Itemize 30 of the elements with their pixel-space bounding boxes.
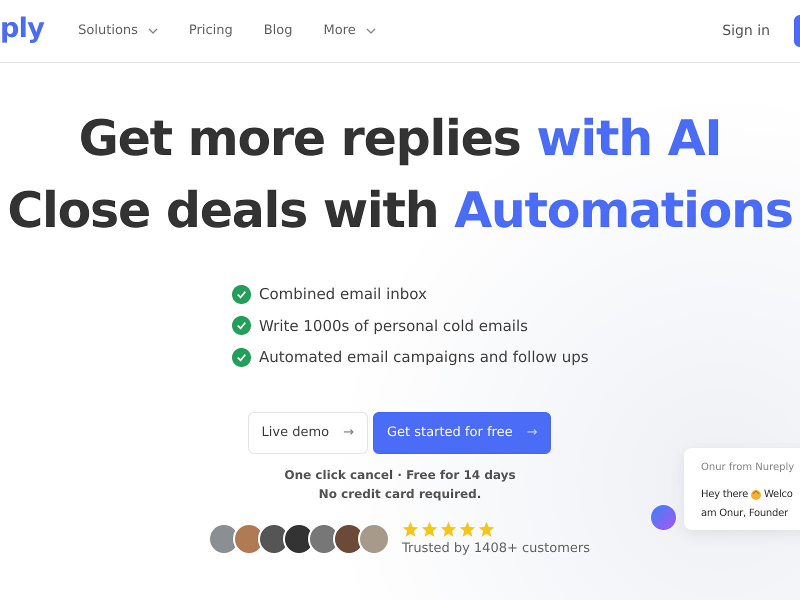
chat-text: Hey there xyxy=(701,488,748,502)
feature-text: Write 1000s of personal cold emails xyxy=(259,316,528,336)
star-icon xyxy=(440,520,457,538)
hero-heading: Get more replies with AI xyxy=(78,109,722,169)
live-demo-button[interactable]: Live demo → xyxy=(248,412,368,454)
nav-link[interactable]: Pricing xyxy=(188,21,233,41)
feature-text: Combined email inbox xyxy=(259,284,427,305)
star-icon xyxy=(420,520,438,538)
check-circle-icon xyxy=(232,348,251,367)
signup-button[interactable] xyxy=(794,15,800,47)
star-icon xyxy=(458,520,476,538)
star-icon xyxy=(478,520,495,538)
check-circle-icon xyxy=(232,316,251,336)
get-started-button[interactable]: Get started for free → xyxy=(372,412,552,454)
check-circle-icon xyxy=(232,284,251,304)
nav-link[interactable]: Solutions xyxy=(78,21,158,41)
chat-avatar[interactable] xyxy=(651,505,676,530)
feature-text: Automated email campaigns and follow ups xyxy=(259,347,589,368)
chat-text: Welco xyxy=(764,488,793,502)
note-text: No credit card required. xyxy=(318,486,482,502)
note-text: One click cancel · Free for 14 days xyxy=(284,466,516,484)
chat-sender: Onur from Nureply xyxy=(701,461,796,475)
chat-text: am Onur, Founder xyxy=(701,507,790,521)
star-icon xyxy=(402,520,419,538)
logo[interactable]: ply xyxy=(0,8,44,50)
hero-heading: Close deals with Automations xyxy=(7,181,793,241)
nav-link[interactable]: More xyxy=(323,21,376,41)
trusted-text: Trusted by 1408+ customers xyxy=(402,540,590,558)
nav-link[interactable]: Blog xyxy=(264,21,292,41)
sign-in-link[interactable]: Sign in xyxy=(722,20,770,42)
